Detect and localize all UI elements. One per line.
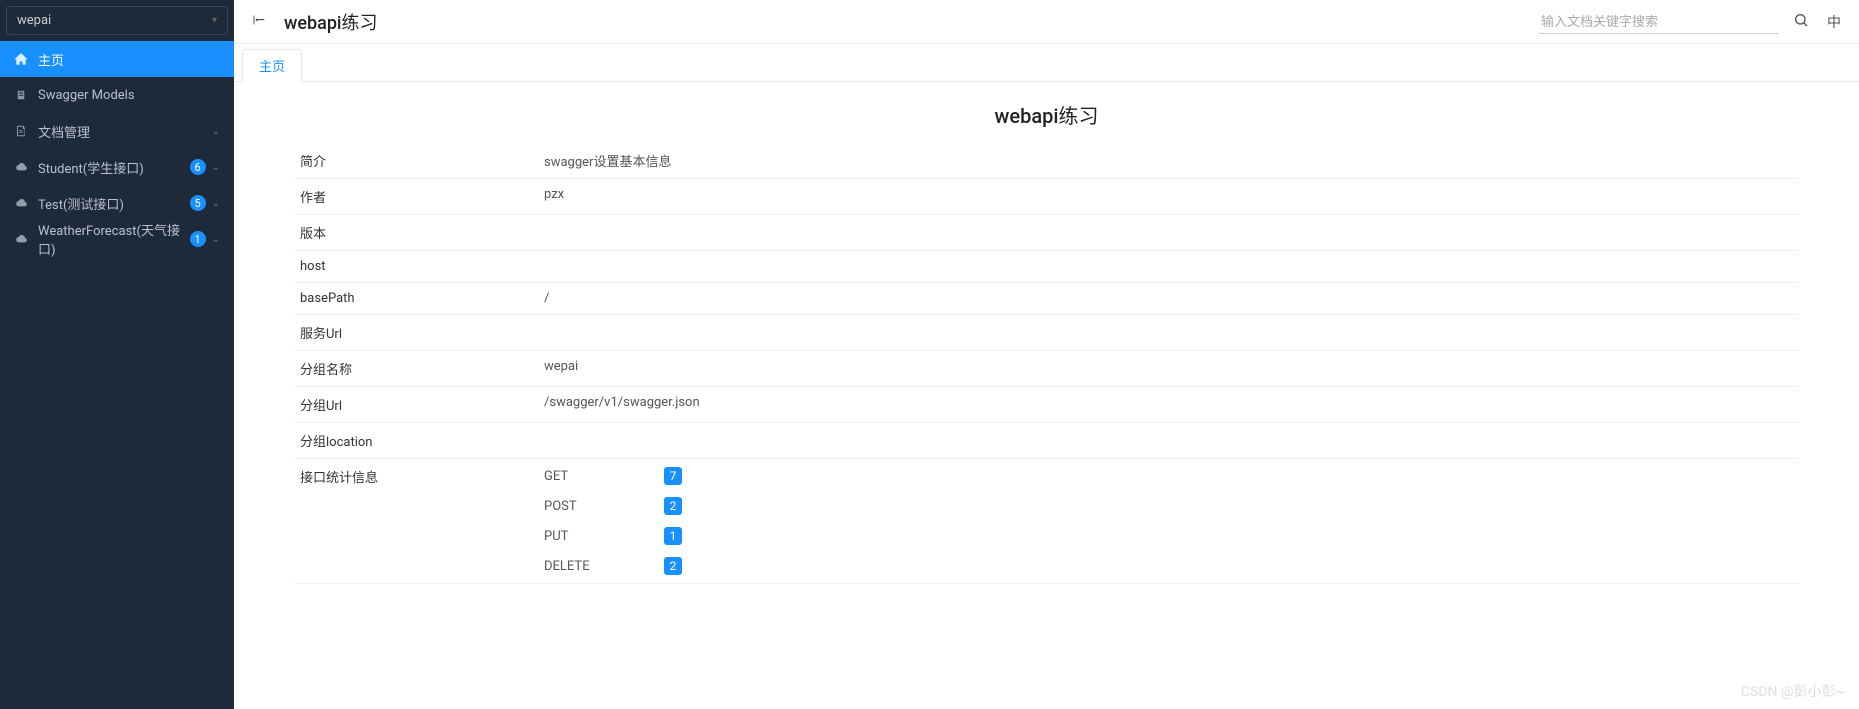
group-select-value: wepai [17,13,51,28]
stat-row: POST2 [544,497,1799,515]
info-row: 服务Url [294,315,1799,351]
search-icon[interactable] [1793,12,1809,32]
info-row: 作者pzx [294,179,1799,215]
sidebar-item-0[interactable]: 主页 [0,41,234,77]
models-icon [14,88,28,102]
page-title: webapi练习 [294,100,1799,129]
chevron-down-icon: ⌄ [212,126,220,137]
method-count-badge: 1 [664,527,682,545]
info-row-stats: 接口统计信息GET7POST2PUT1DELETE2 [294,459,1799,584]
info-value: swagger设置基本信息 [544,151,1799,170]
method-count-badge: 2 [664,557,682,575]
info-row: 分组名称wepai [294,351,1799,387]
info-value [544,431,1799,450]
info-row: 简介swagger设置基本信息 [294,143,1799,179]
sidebar-item-label: WeatherForecast(天气接口) [38,220,190,258]
doc-icon [14,124,28,138]
tabs: 主页 [234,44,1859,82]
chevron-down-icon: ⌄ [212,162,220,173]
cloud-icon [14,196,28,210]
sidebar: wepai ▾ 主页Swagger Models文档管理⌄Student(学生接… [0,0,234,709]
sidebar-item-label: Student(学生接口) [38,158,190,177]
tab-0[interactable]: 主页 [242,49,302,82]
content: webapi练习 简介swagger设置基本信息作者pzx版本hostbaseP… [234,82,1859,709]
sidebar-item-label: 主页 [38,50,220,69]
sidebar-menu: 主页Swagger Models文档管理⌄Student(学生接口)6⌄Test… [0,41,234,257]
count-badge: 1 [190,231,206,247]
main: webapi练习 中 主页 webapi练习 简介swagger设置基本信息作者… [234,0,1859,709]
chevron-down-icon: ⌄ [212,198,220,209]
info-label: 简介 [294,151,544,170]
info-label: 服务Url [294,323,544,342]
info-row: host [294,251,1799,283]
sidebar-item-3[interactable]: Student(学生接口)6 ⌄ [0,149,234,185]
app-title: webapi练习 [284,9,1539,35]
sidebar-item-2[interactable]: 文档管理⌄ [0,113,234,149]
count-badge: 6 [190,159,206,175]
http-method: DELETE [544,559,664,574]
info-value: pzx [544,187,1799,206]
info-label: host [294,259,544,274]
stat-row: PUT1 [544,527,1799,545]
api-stats: GET7POST2PUT1DELETE2 [544,467,1799,575]
stat-row: DELETE2 [544,557,1799,575]
sidebar-item-label: 文档管理 [38,122,212,141]
info-value: wepai [544,359,1799,378]
sidebar-item-4[interactable]: Test(测试接口)5 ⌄ [0,185,234,221]
method-count-badge: 2 [664,497,682,515]
home-icon [14,52,28,66]
info-label: 版本 [294,223,544,242]
info-row: basePath/ [294,283,1799,315]
sidebar-item-label: Test(测试接口) [38,194,190,213]
info-label: 接口统计信息 [294,467,544,575]
http-method: POST [544,499,664,514]
info-label: 作者 [294,187,544,206]
chevron-down-icon: ⌄ [212,234,220,245]
info-row: 分组location [294,423,1799,459]
info-row: 版本 [294,215,1799,251]
group-select[interactable]: wepai ▾ [6,6,228,35]
info-label: 分组Url [294,395,544,414]
sidebar-item-1[interactable]: Swagger Models [0,77,234,113]
header: webapi练习 中 [234,0,1859,44]
count-badge: 5 [190,195,206,211]
stat-row: GET7 [544,467,1799,485]
info-value [544,323,1799,342]
info-value: /swagger/v1/swagger.json [544,395,1799,414]
info-label: 分组location [294,431,544,450]
info-table: 简介swagger设置基本信息作者pzx版本hostbasePath/服务Url… [294,143,1799,584]
sidebar-item-5[interactable]: WeatherForecast(天气接口)1 ⌄ [0,221,234,257]
info-label: 分组名称 [294,359,544,378]
info-value [544,223,1799,242]
tab-label: 主页 [259,56,285,75]
info-row: 分组Url/swagger/v1/swagger.json [294,387,1799,423]
http-method: PUT [544,529,664,544]
info-label: basePath [294,291,544,306]
method-count-badge: 7 [664,467,682,485]
info-value: / [544,291,1799,306]
chevron-down-icon: ▾ [212,15,217,26]
app-root: wepai ▾ 主页Swagger Models文档管理⌄Student(学生接… [0,0,1859,709]
language-toggle[interactable]: 中 [1827,12,1841,32]
info-value [544,259,1799,274]
cloud-icon [14,232,28,246]
http-method: GET [544,469,664,484]
cloud-icon [14,160,28,174]
search-input[interactable] [1539,10,1779,34]
collapse-toggle-icon[interactable] [252,12,266,31]
sidebar-item-label: Swagger Models [38,88,220,103]
